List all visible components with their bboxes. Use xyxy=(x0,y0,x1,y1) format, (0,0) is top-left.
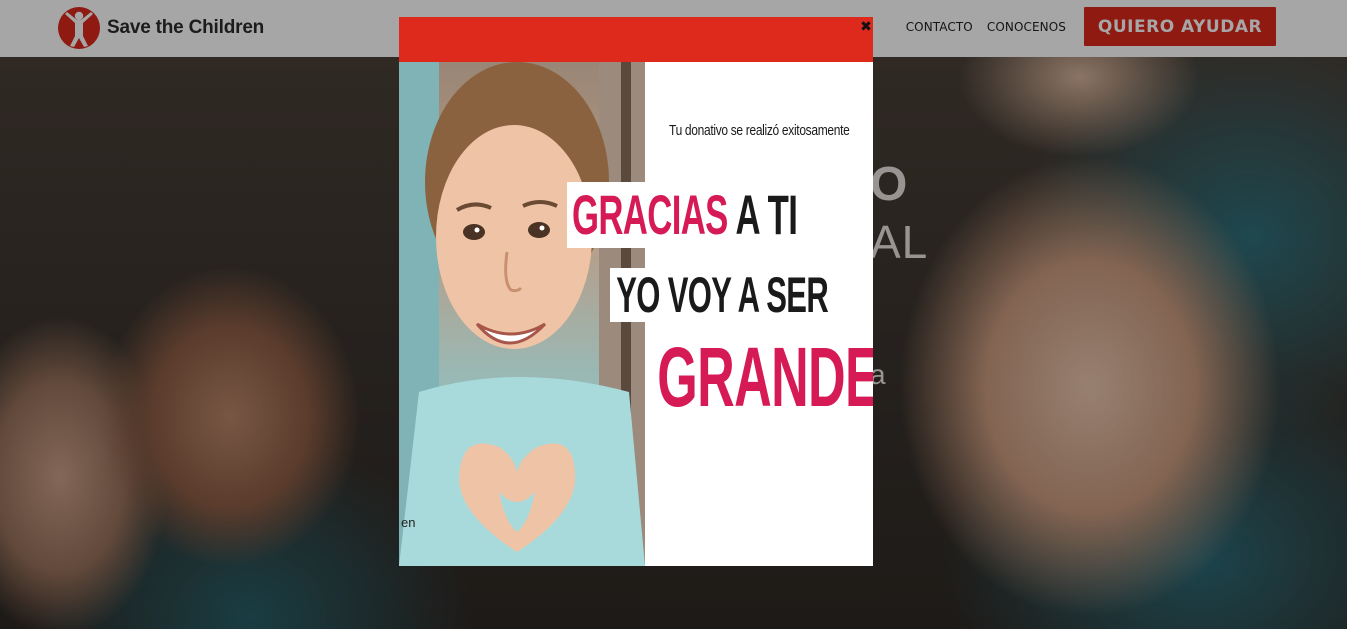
headline-grande: GRANDE xyxy=(651,334,873,420)
headline-yo-voy-a-ser: YO VOY A SER xyxy=(610,268,835,322)
photo-caption-fragment: en xyxy=(401,515,416,530)
headline-gracias-a-ti: GRACIAS A TI xyxy=(567,182,803,248)
headline-gracias: GRACIAS xyxy=(571,183,728,246)
girl-illustration xyxy=(399,62,645,566)
thank-you-modal: ✖ en Tu donativo se realizó exitosamente… xyxy=(399,17,873,566)
headline-a-ti: A TI xyxy=(735,183,798,246)
girl-heart-hands-photo: en xyxy=(399,62,645,566)
modal-header-bar xyxy=(399,17,873,62)
thank-you-banner-image: en Tu donativo se realizó exitosamente G… xyxy=(399,62,873,566)
donation-success-message: Tu donativo se realizó exitosamente xyxy=(669,122,850,139)
close-icon[interactable]: ✖ xyxy=(859,19,873,35)
